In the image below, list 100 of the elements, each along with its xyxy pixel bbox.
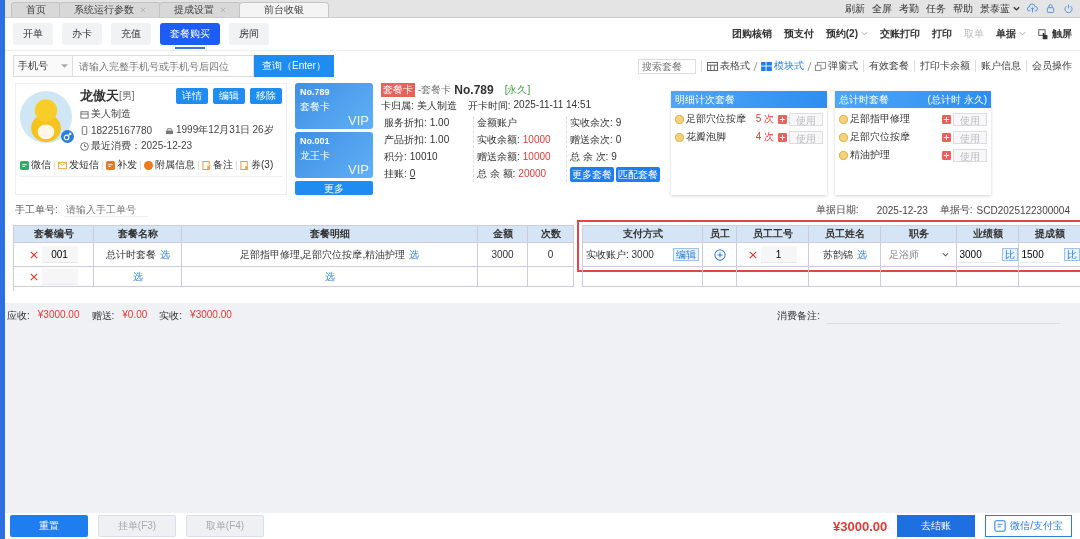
field-label: 总 余 额: <box>477 166 516 181</box>
search-type-select[interactable]: 手机号 <box>13 55 73 77</box>
action-tab[interactable]: 房间 <box>229 23 269 45</box>
member-action-link[interactable]: 券(3) <box>251 158 274 172</box>
pick-link[interactable]: 选 <box>132 269 143 284</box>
toolbar-link[interactable]: 团购核销 <box>731 27 772 41</box>
field-label: 总 余 次: <box>570 149 609 164</box>
add-icon[interactable] <box>713 248 726 261</box>
card-type: 龙王卡 <box>300 149 331 163</box>
checkout-button[interactable]: 去结账 <box>897 515 976 537</box>
member-action-link[interactable]: 发短信 <box>69 158 99 172</box>
manual-label: 手工单号: <box>15 203 58 217</box>
account-heading: 金额账户 <box>477 115 517 130</box>
gift-icon[interactable] <box>778 114 787 124</box>
member-link[interactable]: 账户信息 <box>981 59 1021 73</box>
toolbar-link[interactable]: 触屏 <box>1052 27 1072 41</box>
staff-number-field[interactable]: 1 <box>760 246 797 263</box>
table-cell: 足部指甲修理,足部穴位按摩,精油护理 <box>239 247 406 262</box>
delete-icon[interactable] <box>29 250 38 259</box>
table-icon[interactable] <box>707 61 718 71</box>
footer-button[interactable]: 重置 <box>10 515 88 537</box>
member-action-link[interactable]: 补发 <box>117 158 137 172</box>
ratio-button[interactable]: 比 <box>1001 248 1018 261</box>
pick-link[interactable]: 选 <box>409 247 420 262</box>
member-birthday: 1999年12月31日 <box>176 123 251 137</box>
member-link[interactable]: 有效套餐 <box>869 59 909 73</box>
action-tab[interactable]: 充值 <box>111 23 151 45</box>
column-header: 员工工号 <box>737 225 809 243</box>
member-action-link[interactable]: 附属信息 <box>155 158 195 172</box>
package-search-field[interactable]: 搜索套餐 <box>638 58 696 74</box>
view-mode-link[interactable]: 表格式 <box>707 59 750 73</box>
action-tab[interactable]: 办卡 <box>62 23 102 45</box>
lock-icon[interactable] <box>1045 3 1056 14</box>
gift-icon[interactable] <box>942 114 951 124</box>
card-number: No.789 <box>300 87 331 97</box>
cloud-upload-icon[interactable] <box>1027 3 1038 14</box>
top-link[interactable]: 任务 <box>926 1 946 16</box>
role-select[interactable]: 足浴师 <box>885 247 952 262</box>
top-link[interactable]: 考勤 <box>899 1 919 16</box>
page-tab[interactable]: 首页 <box>11 2 61 17</box>
chevron-down-icon[interactable] <box>941 251 949 258</box>
search-field[interactable]: 请输入完整手机号或手机号后四位 <box>73 55 254 77</box>
member-name: 龙傲天 <box>80 87 119 105</box>
toolbar-link[interactable]: 打印 <box>932 27 952 41</box>
window-icon[interactable] <box>815 61 826 71</box>
store-icon <box>80 109 89 119</box>
top-link[interactable]: 帮助 <box>953 1 973 16</box>
field-label: 实收余次: <box>570 115 613 130</box>
field-value: 10010 <box>409 151 438 162</box>
card-tag: 套餐卡 <box>381 83 415 97</box>
pick-link[interactable]: 选 <box>159 247 170 262</box>
top-link[interactable]: 刷新 <box>845 1 865 16</box>
package-button[interactable]: 更多套餐 <box>570 167 614 182</box>
delete-icon[interactable] <box>748 250 757 259</box>
member-action-link[interactable]: 备注 <box>213 158 233 172</box>
field-value: 0 <box>615 134 622 145</box>
pick-link[interactable]: 选 <box>856 247 867 262</box>
gift-icon[interactable] <box>942 132 951 142</box>
card-number: No.001 <box>300 136 331 146</box>
total-value: ¥0.00 <box>122 309 148 322</box>
edit-button[interactable]: 编辑 <box>673 248 699 261</box>
toolbar-link[interactable]: 交账打印 <box>880 27 920 41</box>
hand-icon[interactable] <box>1038 28 1049 40</box>
action-tab[interactable]: 套餐购买 <box>160 23 220 45</box>
package-item: 足部穴位按摩 <box>850 130 911 144</box>
action-tab[interactable]: 开单 <box>13 23 53 45</box>
member-age: 26岁 <box>252 123 274 137</box>
code-field[interactable] <box>41 268 78 285</box>
power-icon[interactable] <box>1063 3 1074 14</box>
grid-icon[interactable] <box>761 61 772 71</box>
toolbar-dropdown[interactable]: 单据 <box>996 27 1026 41</box>
page-tab[interactable]: 前台收银 <box>239 2 329 17</box>
page-tab[interactable]: 系统运行参数 <box>59 2 161 17</box>
page-tab[interactable]: 提成设置 <box>159 2 241 17</box>
view-mode-link[interactable]: 模块式 <box>761 59 804 73</box>
ratio-button[interactable]: 比 <box>1063 248 1080 261</box>
package-button[interactable]: 匹配套餐 <box>616 167 660 182</box>
code-field[interactable]: 001 <box>41 246 78 263</box>
manual-field[interactable]: 请输入手工单号 <box>63 203 148 217</box>
gift-icon[interactable] <box>942 150 951 160</box>
pick-link[interactable]: 选 <box>324 269 335 284</box>
top-link[interactable]: 全屏 <box>872 1 892 16</box>
toolbar-link[interactable]: 预支付 <box>783 27 814 41</box>
gift-icon[interactable] <box>778 132 787 142</box>
column-header: 金额 <box>478 225 528 243</box>
toolbar-dropdown[interactable]: 预约(2) <box>825 27 868 41</box>
member-link[interactable]: 打印卡余额 <box>920 59 970 73</box>
member-action-link[interactable]: 微信 <box>31 158 51 172</box>
field-value: 1.00 <box>429 134 450 145</box>
table-cell: 苏韵锦 <box>822 247 853 262</box>
field-link[interactable]: 0 <box>409 168 416 179</box>
view-mode-link[interactable]: 弹窗式 <box>815 59 858 73</box>
user-menu[interactable]: 景泰蓝 <box>980 1 1020 16</box>
pay-button[interactable]: 微信/支付宝 <box>985 515 1072 537</box>
delete-icon[interactable] <box>29 272 38 281</box>
document-date: 2025-12-23 <box>876 204 928 216</box>
document-number-label: 单据号: <box>939 203 973 217</box>
chevron-down-icon[interactable] <box>1013 5 1020 12</box>
member-link[interactable]: 会员操作 <box>1032 59 1072 73</box>
caret-icon[interactable] <box>61 63 68 69</box>
